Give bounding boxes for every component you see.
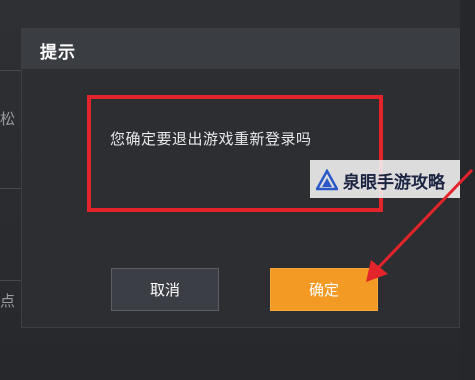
watermark-text: 泉眼手游攻略 <box>343 173 445 193</box>
dialog-title: 提示 <box>40 43 76 63</box>
triangle-logo-icon <box>316 169 338 191</box>
background-divider <box>0 70 22 71</box>
background-divider <box>0 188 22 189</box>
cancel-button[interactable]: 取消 <box>111 268 219 311</box>
background-divider <box>0 280 22 281</box>
dialog-header: 提示 <box>22 29 459 69</box>
background-text-fragment: 点 <box>0 292 16 310</box>
background-text-fragment: 松 <box>0 110 16 128</box>
background-right-strip <box>460 0 475 380</box>
confirm-button[interactable]: 确定 <box>270 268 378 311</box>
watermark-badge: 泉眼手游攻略 <box>310 160 460 198</box>
